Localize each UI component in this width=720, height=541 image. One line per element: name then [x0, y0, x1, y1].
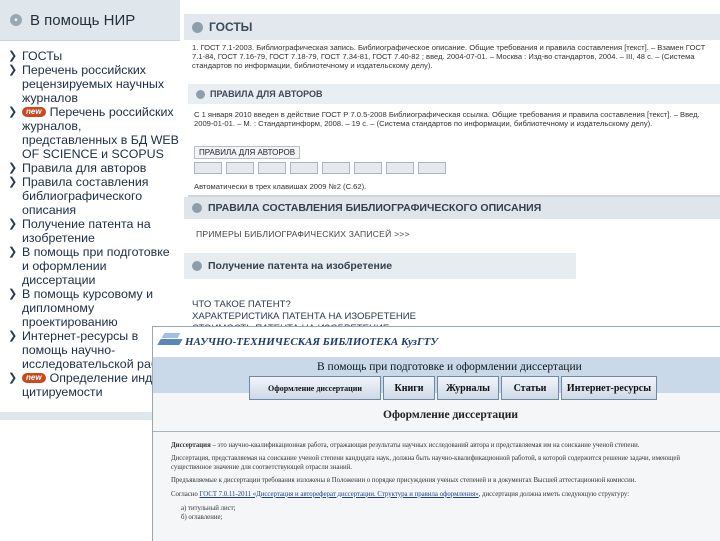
- chevron-right-icon: ❯: [8, 162, 18, 174]
- page-title: Оформление диссертации: [383, 409, 519, 421]
- sidebar-item-dissertation[interactable]: ❯ В помощь при подготовке и оформлении ди…: [8, 245, 180, 287]
- toolbar-button[interactable]: [322, 162, 350, 174]
- biblio-rules-title: ПРАВИЛА СОСТАВЛЕНИЯ БИБЛИОГРАФИЧЕСКОГО О…: [208, 202, 542, 214]
- term: Диссертация: [171, 442, 211, 449]
- paragraph-text: , диссертация должна иметь следующую стр…: [478, 490, 630, 498]
- library-nav: Оформление диссертации Книги Журналы Ста…: [249, 376, 659, 400]
- nav-books[interactable]: Книги: [383, 376, 435, 400]
- sidebar-item-label: ГОСТы: [22, 49, 63, 63]
- sidebar-item-journals[interactable]: ❯ Перечень российских рецензируемых научн…: [8, 63, 180, 105]
- bullet-icon: [192, 21, 203, 33]
- gost-window: ГОСТЫ 1. ГОСТ 7.1-2003. Библиографическа…: [184, 14, 720, 197]
- sidebar-item-gosts[interactable]: ❯ ГОСТы: [8, 49, 180, 63]
- gost-text: 1. ГОСТ 7.1-2003. Библиографическая запи…: [192, 43, 706, 70]
- chevron-right-icon: ❯: [8, 288, 18, 300]
- chevron-right-icon: ❯: [8, 246, 18, 258]
- author-rules-header: ПРАВИЛА ДЛЯ АВТОРОВ: [188, 84, 720, 104]
- chevron-right-icon: ❯: [8, 176, 18, 188]
- sidebar-item-label: Перечень российских рецензируемых научны…: [22, 63, 165, 105]
- toolbar-button[interactable]: [354, 162, 382, 174]
- paragraph: Диссертация, представляемая на соискание…: [171, 455, 680, 471]
- sidebar-item-label: Правила для авторов: [22, 161, 147, 175]
- sidebar-item-author-rules[interactable]: ❯ Правила для авторов: [8, 161, 180, 175]
- new-badge: new: [22, 373, 46, 383]
- library-logo-icon: [159, 333, 181, 351]
- sidebar-item-patent[interactable]: ❯ Получение патента на изобретение: [8, 217, 180, 245]
- list-item: а) титульный лист;: [181, 505, 236, 513]
- patent-link-what-is[interactable]: ЧТО ТАКОЕ ПАТЕНТ?: [192, 299, 416, 311]
- toolbar-button[interactable]: [194, 162, 222, 174]
- nav-journals[interactable]: Журналы: [437, 376, 499, 400]
- paragraph-text: Согласно: [171, 490, 200, 498]
- library-header: НАУЧНО-ТЕХНИЧЕСКАЯ БИБЛИОТЕКА КузГТУ: [153, 327, 720, 357]
- library-window: НАУЧНО-ТЕХНИЧЕСКАЯ БИБЛИОТЕКА КузГТУ В п…: [152, 326, 720, 541]
- gost-header: ГОСТЫ: [184, 14, 720, 40]
- chevron-right-icon: ❯: [8, 372, 18, 384]
- author-rules-title: ПРАВИЛА ДЛЯ АВТОРОВ: [210, 89, 323, 99]
- toolbar-button[interactable]: [418, 162, 446, 174]
- new-badge: new: [22, 107, 46, 117]
- paragraph: Предъявляемые к диссертации требования и…: [171, 477, 637, 485]
- gost-link[interactable]: ГОСТ 7.0.11-2011 «Диссертация и авторефе…: [200, 491, 479, 498]
- patent-link-characteristics[interactable]: ХАРАКТЕРИСТИКА ПАТЕНТА НА ИЗОБРЕТЕНИЕ: [192, 311, 416, 323]
- sidebar-header: • В помощь НИР: [0, 0, 180, 41]
- nav-articles[interactable]: Статьи: [501, 376, 559, 400]
- gost-title: ГОСТЫ: [209, 20, 253, 34]
- chevron-right-icon: ❯: [8, 218, 18, 230]
- bullet-icon: [192, 261, 202, 271]
- nav-dissertation-format[interactable]: Оформление диссертации: [249, 376, 381, 400]
- nav-internet-resources[interactable]: Интернет-ресурсы: [561, 376, 657, 400]
- library-subtitle: В помощь при подготовке и оформлении дис…: [317, 361, 582, 373]
- sidebar-item-label: В помощь при подготовке и оформлении дис…: [22, 245, 170, 287]
- sidebar-item-label: Правила составления библиографического о…: [22, 175, 149, 217]
- bullet-icon: •: [10, 14, 22, 26]
- chevron-right-icon: ❯: [8, 64, 18, 76]
- chevron-right-icon: ❯: [8, 106, 18, 118]
- paragraph: Согласно ГОСТ 7.0.11-2011 «Диссертация и…: [171, 491, 717, 499]
- author-rules-text: С 1 января 2010 введен в действие ГОСТ Р…: [194, 110, 700, 128]
- sidebar-item-biblio-rules[interactable]: ❯ Правила составления библиографического …: [8, 175, 180, 217]
- author-rules-tab[interactable]: ПРАВИЛА ДЛЯ АВТОРОВ: [194, 146, 301, 159]
- sidebar-item-wos-scopus[interactable]: ❯ new Перечень российских журналов, предст…: [8, 105, 180, 161]
- paragraph-text: – это научно-квалификационная работа, от…: [210, 442, 640, 449]
- toolbar-button[interactable]: [258, 162, 286, 174]
- list-item: б) оглавление;: [181, 514, 223, 522]
- sidebar-item-coursework[interactable]: ❯ В помощь курсовому и дипломному проекти…: [8, 287, 180, 329]
- patent-title: Получение патента на изобретение: [208, 260, 393, 272]
- sidebar-item-label: Получение патента на изобретение: [22, 217, 151, 245]
- bullet-icon: [196, 89, 205, 99]
- paragraph: Диссертация – это научно-квалификационна…: [171, 442, 717, 450]
- toolbar: [194, 162, 446, 174]
- library-title: НАУЧНО-ТЕХНИЧЕСКАЯ БИБЛИОТЕКА КузГТУ: [185, 336, 438, 348]
- bullet-icon: [192, 203, 202, 213]
- library-body: Диссертация – это научно-квалификационна…: [171, 442, 717, 522]
- toolbar-button[interactable]: [226, 162, 254, 174]
- biblio-rules-header: ПРАВИЛА СОСТАВЛЕНИЯ БИБЛИОГРАФИЧЕСКОГО О…: [184, 197, 720, 219]
- chevron-right-icon: ❯: [8, 330, 18, 342]
- structure-list: а) титульный лист; б) оглавление;: [181, 504, 717, 522]
- divider: [153, 431, 720, 432]
- library-band: В помощь при подготовке и оформлении дис…: [153, 357, 720, 400]
- patent-header: Получение патента на изобретение: [184, 253, 576, 279]
- sidebar-item-label: В помощь курсовому и дипломному проектир…: [22, 287, 154, 329]
- chevron-right-icon: ❯: [8, 50, 18, 62]
- gost-footer-text: Автоматически в трех клавишах 2009 №2 (С…: [194, 182, 367, 191]
- toolbar-button[interactable]: [386, 162, 414, 174]
- toolbar-button[interactable]: [290, 162, 318, 174]
- biblio-examples-link[interactable]: ПРИМЕРЫ БИБЛИОГРАФИЧЕСКИХ ЗАПИСЕЙ >>>: [196, 229, 410, 239]
- sidebar-title: В помощь НИР: [30, 11, 136, 29]
